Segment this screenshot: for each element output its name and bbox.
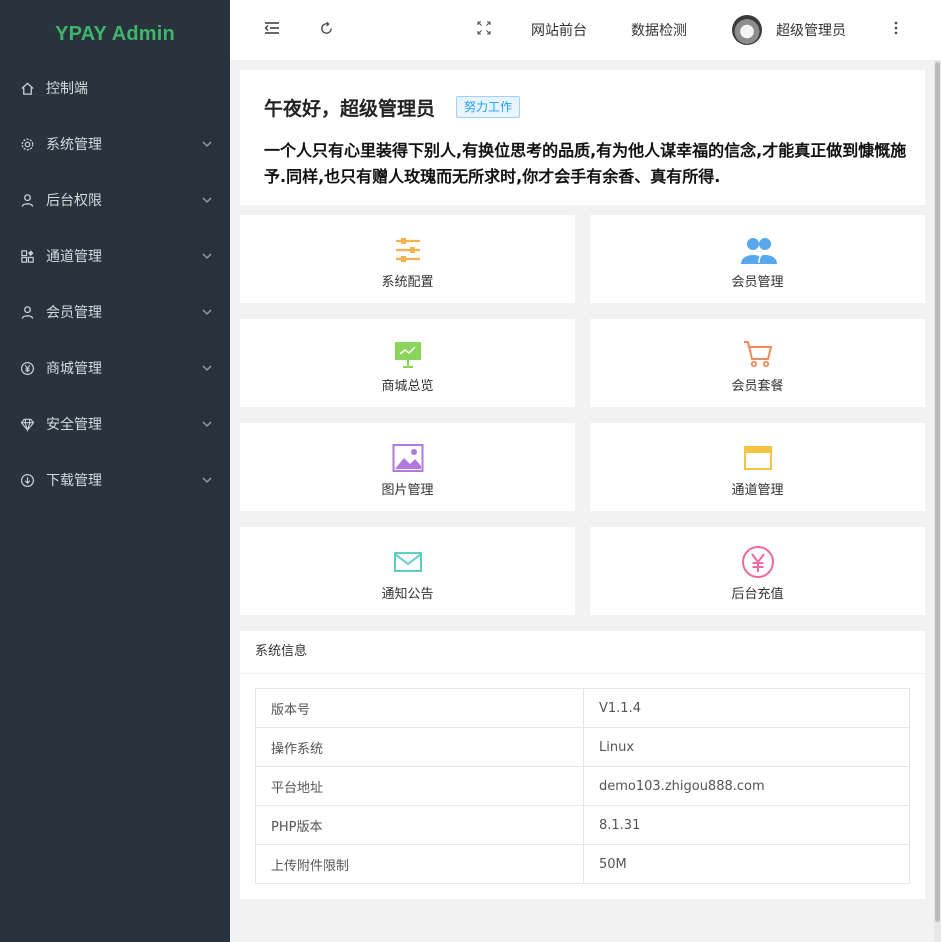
more-vertical-icon [894,21,898,39]
chevron-down-icon [202,139,212,149]
download-icon [19,472,35,488]
info-value: V1.1.4 [583,688,910,728]
sidebar-item-label: 商城管理 [46,361,102,377]
more-menu-button[interactable] [894,0,898,60]
shortcut-label: 会员管理 [731,275,784,290]
shortcut-mall-overview[interactable]: 商城总览 [240,319,575,407]
sidebar-item-label: 后台权限 [46,193,102,209]
table-row: 操作系统 Linux [255,727,910,767]
info-key: 操作系统 [255,727,584,767]
shortcut-label: 通知公告 [381,587,434,602]
image-icon [392,444,423,472]
shortcut-label: 系统配置 [381,275,434,290]
yen-icon [19,360,35,376]
collapse-sidebar-button[interactable] [264,0,280,60]
shortcut-announcements[interactable]: 通知公告 [240,527,575,615]
shortcut-channel-management[interactable]: 通道管理 [590,423,925,511]
diamond-icon [19,416,35,432]
chevron-down-icon [202,363,212,373]
top-header: 网站前台 数据检测 超级管理员 [230,0,941,61]
fullscreen-button[interactable] [477,0,491,60]
apps-icon [19,248,35,264]
sidebar-item-label: 通道管理 [46,249,102,265]
sliders-icon [395,238,420,262]
panel-title: 系统信息 [255,644,308,659]
motto-quote: 一个人只有心里装得下别人,有换位思考的品质,有为他人谋幸福的信念,才能真正做到慷… [264,141,907,186]
home-icon [19,80,35,96]
welcome-panel: 午夜好，超级管理员 努力工作 一个人只有心里装得下别人,有换位思考的品质,有为他… [240,70,925,205]
shortcut-backend-recharge[interactable]: 后台充值 [590,527,925,615]
info-value: 50M [583,844,910,884]
menu-fold-icon [264,21,280,39]
sidebar-item-dashboard[interactable]: 控制端 [0,60,230,116]
info-key: PHP版本 [255,805,584,845]
username: 超级管理员 [776,23,846,39]
avatar [732,15,762,45]
system-info-panel: 系统信息 版本号 V1.1.4 操作系统 Linux 平台地址 demo103.… [240,631,925,899]
sidebar-item-label: 安全管理 [46,417,102,433]
info-key: 平台地址 [255,766,584,806]
chevron-down-icon [202,307,212,317]
sidebar-item-security[interactable]: 安全管理 [0,396,230,452]
cart-icon [743,341,772,368]
info-key: 上传附件限制 [255,844,584,884]
sidebar-item-members[interactable]: 会员管理 [0,284,230,340]
info-value: Linux [583,727,910,767]
scrollbar-thumb[interactable] [935,62,940,922]
shortcut-member-plans[interactable]: 会员套餐 [590,319,925,407]
chevron-down-icon [202,475,212,485]
sidebar-item-label: 控制端 [46,81,88,97]
shortcut-label: 会员套餐 [731,379,784,394]
sidebar-item-admin-permissions[interactable]: 后台权限 [0,172,230,228]
refresh-icon [319,21,334,40]
info-value: 8.1.31 [583,805,910,845]
chevron-down-icon [202,251,212,261]
sidebar-item-label: 系统管理 [46,137,102,153]
sidebar-item-mall[interactable]: 商城管理 [0,340,230,396]
table-row: 上传附件限制 50M [255,844,910,884]
info-key: 版本号 [255,688,584,728]
shortcut-system-config[interactable]: 系统配置 [240,215,575,303]
sidebar-item-label: 下载管理 [46,473,102,489]
table-row: 版本号 V1.1.4 [255,688,910,728]
shortcut-member-management[interactable]: 会员管理 [590,215,925,303]
yen-circle-icon [741,546,774,578]
chevron-down-icon [202,195,212,205]
shortcut-label: 商城总览 [381,379,434,394]
data-check-link[interactable]: 数据检测 [631,0,687,60]
greeting: 午夜好，超级管理员 [264,98,436,120]
shortcut-label: 图片管理 [381,483,434,498]
sidebar-item-channels[interactable]: 通道管理 [0,228,230,284]
sidebar-item-system[interactable]: 系统管理 [0,116,230,172]
fullscreen-icon [477,21,491,39]
users-icon [740,238,777,264]
info-value: demo103.zhigou888.com [583,766,910,806]
presentation-icon [394,342,421,368]
brand-logo[interactable]: YPAY Admin [0,0,230,68]
divider [240,673,925,674]
sidebar-item-downloads[interactable]: 下载管理 [0,452,230,508]
shortcut-label: 通道管理 [731,483,784,498]
user-icon [19,304,35,320]
refresh-button[interactable] [319,0,334,60]
shortcut-label: 后台充值 [731,587,784,602]
window-icon [743,446,772,470]
mail-icon [393,552,422,572]
table-row: 平台地址 demo103.zhigou888.com [255,766,910,806]
chevron-down-icon [202,419,212,429]
sidebar: YPAY Admin 控制端 系统管理 后台权限 通道管理 会员管理 商城管理 … [0,0,230,942]
gear-icon [19,136,35,152]
sidebar-item-label: 会员管理 [46,305,102,321]
site-front-link[interactable]: 网站前台 [531,0,587,60]
system-info-table: 版本号 V1.1.4 操作系统 Linux 平台地址 demo103.zhigo… [255,688,910,884]
user-menu[interactable]: 超级管理员 [732,0,846,60]
status-badge: 努力工作 [456,96,521,118]
user-icon [19,192,35,208]
table-row: PHP版本 8.1.31 [255,805,910,845]
shortcut-image-management[interactable]: 图片管理 [240,423,575,511]
